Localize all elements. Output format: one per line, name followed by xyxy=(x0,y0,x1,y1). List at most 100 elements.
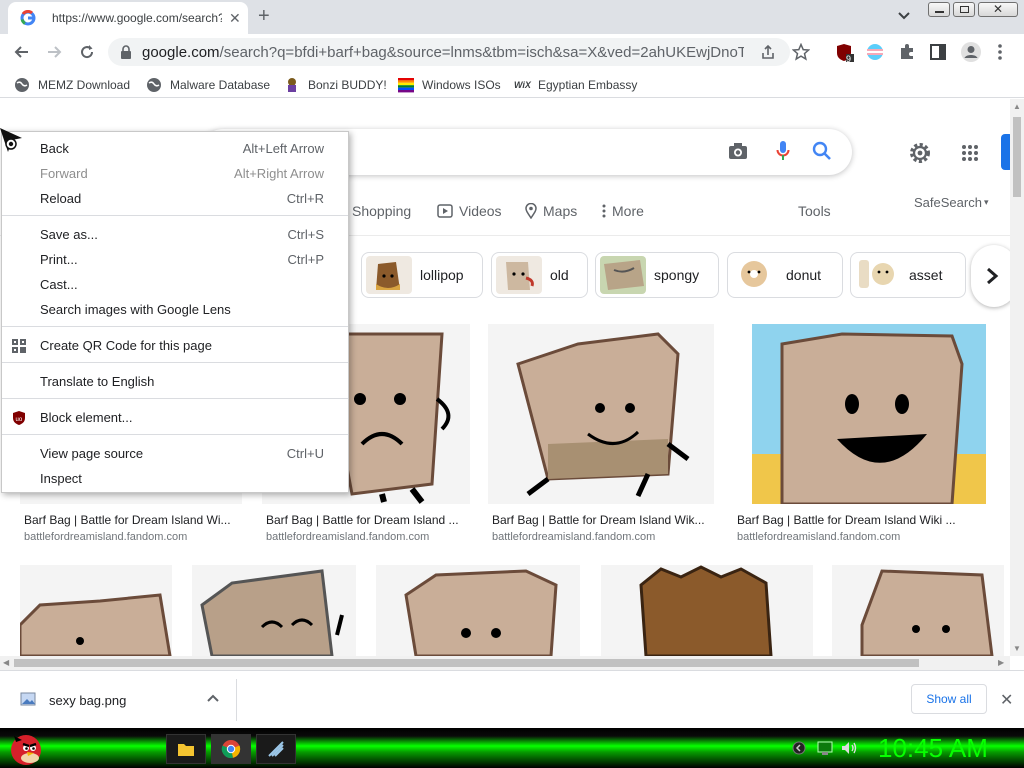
scroll-up-icon[interactable]: ▲ xyxy=(1013,102,1021,111)
safesearch-button[interactable]: SafeSearch ▾ xyxy=(914,195,988,210)
profile-avatar-icon[interactable] xyxy=(960,41,982,63)
scroll-left-icon[interactable]: ◀ xyxy=(3,658,9,667)
result-caption[interactable]: Barf Bag | Battle for Dream Island Wik..… xyxy=(492,513,705,527)
scroll-down-icon[interactable]: ▼ xyxy=(1013,644,1021,653)
taskbar-app[interactable] xyxy=(256,734,296,764)
result-image[interactable] xyxy=(488,324,714,504)
result-image[interactable] xyxy=(192,565,356,656)
bookmark-egyptian-embassy[interactable]: WiX Egyptian Embassy xyxy=(514,75,637,95)
rainbow-flag-icon xyxy=(398,77,414,93)
menu-item-block-element[interactable]: uo Block element... xyxy=(2,406,348,430)
tray-network-icon[interactable] xyxy=(817,740,833,756)
lock-icon[interactable] xyxy=(120,45,132,59)
taskbar-clock[interactable]: 10:45 AM xyxy=(878,733,988,764)
chips-next-button[interactable] xyxy=(971,245,1010,307)
ublock-extension-icon[interactable]: 9 xyxy=(836,43,854,64)
bookmarks-bar: MEMZ Download Malware Database Bonzi BUD… xyxy=(0,70,1024,98)
result-image[interactable] xyxy=(20,565,172,656)
new-tab-button[interactable]: + xyxy=(258,5,270,28)
chevron-right-icon xyxy=(985,267,999,285)
chip-old[interactable]: old xyxy=(491,252,588,298)
flag-extension-icon[interactable] xyxy=(866,43,884,61)
tab-close-icon[interactable]: ✕ xyxy=(229,10,241,27)
menu-item-google-lens[interactable]: Search images with Google Lens xyxy=(2,298,348,322)
chip-thumbnail xyxy=(366,256,412,294)
tab-shopping[interactable]: Shopping xyxy=(352,203,411,219)
chip-asset[interactable]: asset xyxy=(850,252,966,298)
result-image[interactable] xyxy=(752,324,986,504)
minimize-button[interactable] xyxy=(928,2,950,17)
bookmark-star-icon[interactable] xyxy=(792,43,810,61)
result-caption[interactable]: Barf Bag | Battle for Dream Island ... xyxy=(266,513,459,527)
chip-thumbnail xyxy=(855,256,901,294)
result-source: battlefordreamisland.fandom.com xyxy=(266,531,430,543)
taskbar: 10:45 AM xyxy=(0,728,1024,768)
menu-item-inspect[interactable]: Inspect xyxy=(2,467,348,491)
chip-lollipop[interactable]: lollipop xyxy=(361,252,483,298)
close-window-button[interactable]: ✕ xyxy=(978,2,1018,17)
microphone-icon[interactable] xyxy=(776,140,790,162)
menu-item-view-source[interactable]: View page source Ctrl+U xyxy=(2,442,348,466)
horizontal-scrollbar[interactable]: ◀ ▶ xyxy=(0,656,1010,670)
tray-volume-icon[interactable] xyxy=(840,740,858,756)
tab-more[interactable]: More xyxy=(602,203,644,219)
maximize-button[interactable] xyxy=(953,2,975,17)
extensions-puzzle-icon[interactable] xyxy=(898,43,916,61)
tray-chevron-icon[interactable] xyxy=(792,740,806,756)
chip-donut[interactable]: donut xyxy=(727,252,843,298)
wix-icon: WiX xyxy=(514,80,531,90)
active-tab[interactable]: https://www.google.com/search? ✕ xyxy=(8,2,248,34)
chrome-menu-icon[interactable] xyxy=(996,43,1004,61)
tab-maps[interactable]: Maps xyxy=(525,203,577,219)
tab-videos[interactable]: Videos xyxy=(437,203,502,219)
menu-item-reload[interactable]: Reload Ctrl+R xyxy=(2,187,348,211)
back-arrow-icon[interactable] xyxy=(12,42,32,62)
close-download-bar-icon[interactable]: ✕ xyxy=(1000,690,1013,710)
menu-separator xyxy=(2,362,348,363)
result-image[interactable] xyxy=(601,565,813,656)
tab-title: https://www.google.com/search? xyxy=(52,11,222,25)
menu-item-save-as[interactable]: Save as... Ctrl+S xyxy=(2,223,348,247)
side-panel-icon[interactable] xyxy=(929,43,947,61)
forward-arrow-icon[interactable] xyxy=(44,42,64,62)
url-text: google.com/search?q=bfdi+barf+bag&source… xyxy=(142,44,744,61)
menu-item-cast[interactable]: Cast... xyxy=(2,273,348,297)
scroll-right-icon[interactable]: ▶ xyxy=(998,658,1004,667)
svg-text:uo: uo xyxy=(16,417,23,423)
address-bar[interactable]: google.com/search?q=bfdi+barf+bag&source… xyxy=(108,38,810,66)
bookmark-malware-database[interactable]: Malware Database xyxy=(146,75,270,95)
folder-icon xyxy=(178,744,194,756)
chip-spongy[interactable]: spongy xyxy=(595,252,719,298)
tab-search-chevron-icon[interactable] xyxy=(897,8,911,22)
menu-item-print[interactable]: Print... Ctrl+P xyxy=(2,248,348,272)
download-chevron-up-icon[interactable] xyxy=(206,693,220,703)
tools-button[interactable]: Tools xyxy=(798,203,831,219)
angry-bird-start-icon[interactable] xyxy=(6,728,46,768)
share-icon[interactable] xyxy=(760,44,778,60)
menu-item-qr-code[interactable]: Create QR Code for this page xyxy=(2,334,348,358)
bookmark-windows-isos[interactable]: Windows ISOs xyxy=(398,75,501,95)
bookmark-memz[interactable]: MEMZ Download xyxy=(14,75,130,95)
vertical-scroll-thumb[interactable] xyxy=(1013,117,1021,197)
search-icon[interactable] xyxy=(812,141,832,161)
download-filename[interactable]: sexy bag.png xyxy=(49,693,126,708)
show-all-downloads-button[interactable]: Show all xyxy=(911,684,987,714)
sign-in-button[interactable] xyxy=(1001,134,1010,170)
menu-item-back[interactable]: Back Alt+Left Arrow xyxy=(2,137,348,161)
result-image[interactable] xyxy=(832,565,1004,656)
horizontal-scroll-thumb[interactable] xyxy=(14,659,919,667)
result-caption[interactable]: Barf Bag | Battle for Dream Island Wiki … xyxy=(737,513,956,527)
camera-icon[interactable] xyxy=(728,142,748,160)
taskbar-file-explorer[interactable] xyxy=(166,734,206,764)
menu-item-translate[interactable]: Translate to English xyxy=(2,370,348,394)
taskbar-chrome[interactable] xyxy=(211,734,251,764)
reload-icon[interactable] xyxy=(77,42,97,62)
vertical-scrollbar[interactable]: ▲ ▼ xyxy=(1010,99,1024,656)
google-favicon-icon xyxy=(20,10,36,26)
result-source: battlefordreamisland.fandom.com xyxy=(737,531,901,543)
google-apps-icon[interactable] xyxy=(961,144,979,162)
settings-gear-icon[interactable] xyxy=(908,141,932,165)
bookmark-bonzi-buddy[interactable]: Bonzi BUDDY! xyxy=(284,75,387,95)
result-caption[interactable]: Barf Bag | Battle for Dream Island Wi... xyxy=(24,513,231,527)
result-image[interactable] xyxy=(376,565,580,656)
